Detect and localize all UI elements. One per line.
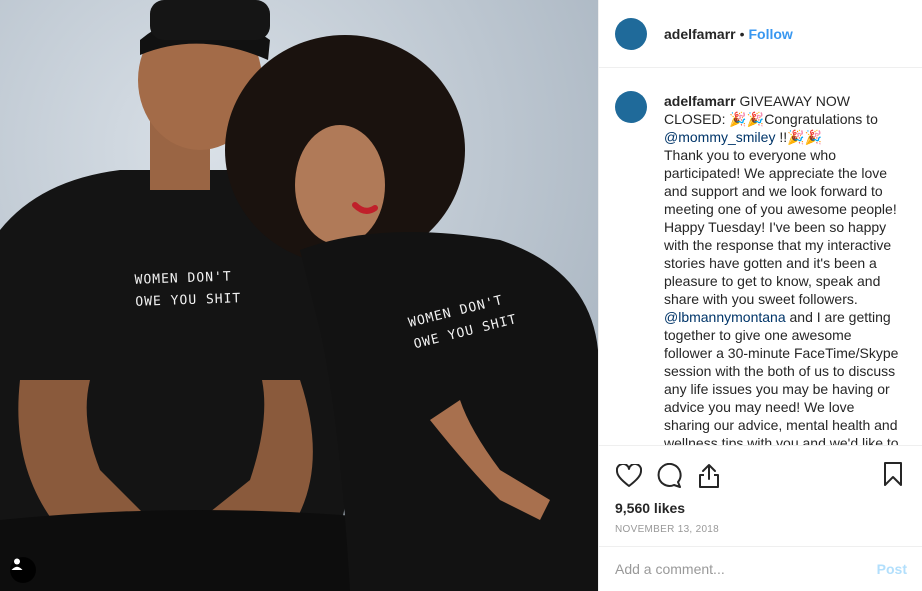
caption-paragraph-2: and I are getting together to give one a… [664, 309, 899, 445]
caption-area[interactable]: adelfamarr GIVEAWAY NOW CLOSED: 🎉🎉Congra… [615, 79, 915, 445]
caption-after-mention: !!🎉🎉 [775, 129, 822, 145]
caption-avatar[interactable] [615, 91, 647, 123]
avatar[interactable] [615, 17, 647, 50]
bookmark-icon [884, 462, 902, 486]
post-photo[interactable]: WOMEN DON'T OWE YOU SHIT WOMEN DON'T OWE… [0, 0, 598, 591]
shirt-slogan-left: WOMEN DON'T OWE YOU SHIT [134, 269, 242, 310]
heart-icon [616, 464, 642, 487]
post-comment-button[interactable]: Post [877, 561, 907, 577]
comment-button[interactable] [653, 460, 685, 492]
caption-username[interactable]: adelfamarr [664, 93, 736, 109]
person-icon [11, 558, 23, 570]
post-header: adelfamarr • Follow [599, 0, 922, 68]
tagged-users-button[interactable] [10, 557, 36, 583]
comment-icon [657, 463, 682, 488]
mention-mommy-smiley[interactable]: @mommy_smiley [664, 129, 775, 145]
action-bar: 9,560 likes November 13, 2018 [599, 445, 922, 545]
post-sidebar: adelfamarr • Follow adelfamarr GIVEAWAY … [598, 0, 922, 591]
like-button[interactable] [613, 460, 645, 492]
caption-text: adelfamarr GIVEAWAY NOW CLOSED: 🎉🎉Congra… [664, 92, 902, 445]
comment-form: Post [599, 546, 922, 591]
post-username[interactable]: adelfamarr [664, 26, 736, 42]
save-button[interactable] [877, 458, 909, 490]
share-icon [699, 464, 719, 488]
action-icons [599, 446, 922, 494]
caption-emoji: 🎉🎉 [729, 111, 765, 127]
caption-paragraph-1: Thank you to everyone who participated! … [664, 147, 897, 307]
share-button[interactable] [693, 460, 725, 492]
separator-dot: • [739, 25, 745, 42]
mention-lbmannymontana[interactable]: @lbmannymontana [664, 309, 786, 325]
caption-congrats: Congratulations to [764, 111, 878, 127]
comment-input[interactable] [615, 561, 877, 577]
follow-button[interactable]: Follow [749, 26, 793, 42]
post-date[interactable]: November 13, 2018 [599, 524, 922, 535]
likes-count[interactable]: 9,560 likes [599, 500, 922, 516]
